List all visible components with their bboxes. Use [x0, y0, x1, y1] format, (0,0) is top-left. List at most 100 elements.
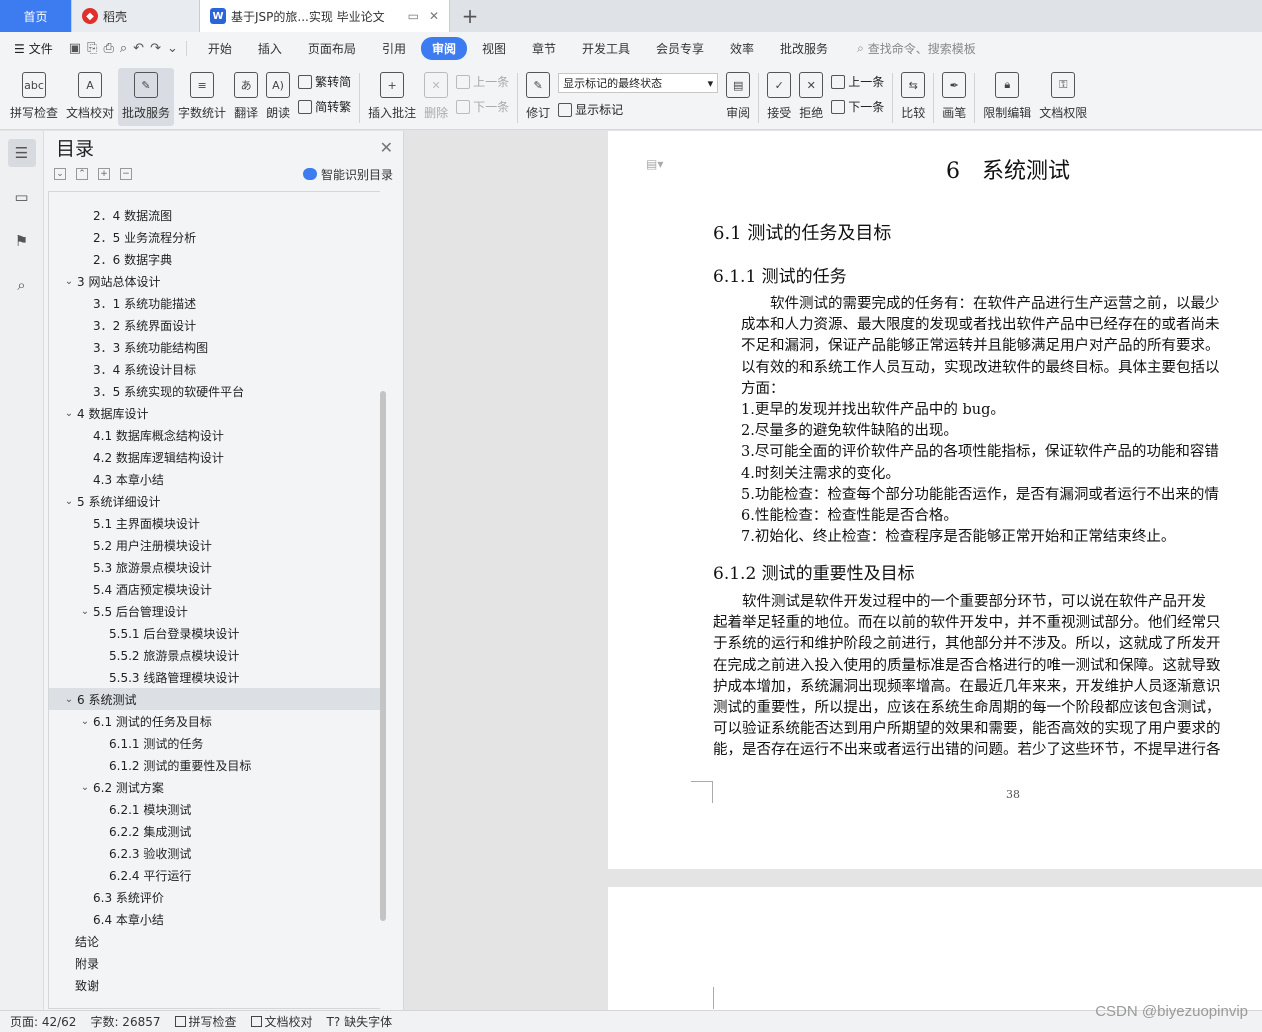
remove-heading-icon[interactable]: − — [120, 168, 132, 180]
restrict-editing-button[interactable]: 🔒︎ 限制编辑 — [979, 68, 1035, 126]
tab-home[interactable]: 首页 — [0, 0, 72, 32]
toc-panel-button[interactable]: ☰ — [7, 139, 36, 167]
smart-toc-button[interactable]: 智能识别目录 — [302, 166, 393, 183]
menu-tab-3[interactable]: 引用 — [371, 37, 417, 60]
toc-item[interactable]: 结论 — [49, 930, 380, 952]
trad-to-simp-button[interactable]: 繁转简 — [298, 73, 351, 90]
undo-icon[interactable]: ↶ — [133, 41, 144, 56]
compare-button[interactable]: ⇆ 比较 — [897, 68, 929, 126]
markup-state-select[interactable]: 显示标记的最终状态 ▾ — [558, 73, 719, 93]
toc-item[interactable]: 3．5 系统实现的软硬件平台 — [49, 380, 380, 402]
toc-item[interactable]: 6.2.3 验收测试 — [49, 842, 380, 864]
file-menu[interactable]: ☰ 文件 — [6, 40, 61, 57]
toc-item[interactable]: 4.1 数据库概念结构设计 — [49, 424, 380, 446]
menu-tab-10[interactable]: 批改服务 — [769, 37, 839, 60]
toc-item[interactable]: ⌄ 5.5 后台管理设计 — [49, 600, 380, 622]
close-tab-icon[interactable]: ✕ — [429, 9, 439, 23]
menu-tab-2[interactable]: 页面布局 — [297, 37, 367, 60]
expand-icon[interactable]: ⌄ — [54, 168, 66, 180]
command-search[interactable]: ⌕ 查找命令、搜索模板 — [857, 40, 976, 57]
toc-item[interactable]: 6.4 本章小结 — [49, 908, 380, 930]
read-aloud-button[interactable]: A) 朗读 — [262, 68, 294, 126]
accept-button[interactable]: ✓ 接受 — [763, 68, 795, 126]
toc-item[interactable]: 4.2 数据库逻辑结构设计 — [49, 446, 380, 468]
spell-check-button[interactable]: abc 拼写检查 — [6, 68, 62, 126]
toc-item[interactable]: 2．5 业务流程分析 — [49, 226, 380, 248]
toc-item[interactable]: ⌄ 3 网站总体设计 — [49, 270, 380, 292]
menu-tab-7[interactable]: 开发工具 — [571, 37, 641, 60]
menu-tab-8[interactable]: 会员专享 — [645, 37, 715, 60]
toc-item[interactable]: ⌄ 5 系统详细设计 — [49, 490, 380, 512]
insert-comment-button[interactable]: + 插入批注 — [364, 68, 420, 126]
status-proofread[interactable]: 文档校对 — [250, 1013, 313, 1030]
tab-daoke[interactable]: ◆ 稻壳 — [72, 0, 200, 32]
next-document-page[interactable] — [608, 887, 1262, 1010]
grading-service-button[interactable]: ✎ 批改服务 — [118, 68, 175, 126]
toc-item[interactable]: ⌄ 6.2 测试方案 — [49, 776, 380, 798]
translate-button[interactable]: あ翻译 — [230, 68, 262, 126]
redo-icon[interactable]: ↷ — [150, 41, 161, 56]
toc-item[interactable]: 5.4 酒店预定模块设计 — [49, 578, 380, 600]
menu-tab-0[interactable]: 开始 — [197, 37, 243, 60]
print-icon[interactable]: ⎙ — [103, 41, 113, 56]
chevron-down-icon[interactable]: ⌄ — [61, 496, 77, 507]
chevron-down-icon[interactable]: ⌄ — [77, 782, 93, 793]
next-change-button[interactable]: 下一条 — [831, 98, 884, 115]
toc-item[interactable]: 2．6 数据字典 — [49, 248, 380, 270]
toc-item[interactable]: 5.1 主界面模块设计 — [49, 512, 380, 534]
page-options-icon[interactable]: ▤▾ — [646, 157, 663, 171]
toc-item[interactable]: 2．4 数据流图 — [49, 204, 380, 226]
track-changes-button[interactable]: ✎ 修订 — [522, 68, 554, 126]
toc-item[interactable]: 4.3 本章小结 — [49, 468, 380, 490]
print-preview-icon[interactable]: ⌕ — [120, 41, 127, 56]
reject-button[interactable]: ✕ 拒绝 — [795, 68, 827, 126]
next-comment-button[interactable]: 下一条 — [456, 98, 509, 115]
toc-item[interactable]: 6.2.1 模块测试 — [49, 798, 380, 820]
pen-button[interactable]: ✒ 画笔 — [938, 68, 970, 126]
collapse-icon[interactable]: ⌃ — [76, 168, 88, 180]
document-rights-button[interactable]: ⚿ 文档权限 — [1035, 68, 1091, 126]
proofread-button[interactable]: A 文档校对 — [62, 68, 118, 126]
toc-item[interactable]: 6.1.1 测试的任务 — [49, 732, 380, 754]
chevron-down-icon[interactable]: ⌄ — [61, 408, 77, 419]
new-tab-button[interactable]: + — [450, 0, 490, 32]
find-panel-button[interactable]: ⌕ — [8, 271, 36, 299]
chevron-down-icon[interactable]: ⌄ — [77, 716, 93, 727]
toc-item[interactable]: 3．4 系统设计目标 — [49, 358, 380, 380]
menu-tab-9[interactable]: 效率 — [719, 37, 765, 60]
prev-change-button[interactable]: 上一条 — [831, 73, 884, 90]
toc-item[interactable]: ⌄ 4 数据库设计 — [49, 402, 380, 424]
toc-item[interactable]: 3．2 系统界面设计 — [49, 314, 380, 336]
toc-scrollbar-thumb[interactable] — [380, 391, 386, 921]
chapter-panel-button[interactable]: ▭ — [8, 183, 36, 211]
export-icon[interactable]: ⎘ — [87, 41, 97, 56]
review-pane-button[interactable]: ▤ 审阅 — [722, 68, 754, 126]
simp-to-trad-button[interactable]: 简转繁 — [298, 98, 351, 115]
toc-item[interactable]: 6.2.2 集成测试 — [49, 820, 380, 842]
prev-comment-button[interactable]: 上一条 — [456, 73, 509, 90]
delete-comment-button[interactable]: ✕ 删除 — [420, 68, 452, 126]
menu-tab-5[interactable]: 视图 — [471, 37, 517, 60]
toc-item[interactable]: ⌄ 6.1 测试的任务及目标 — [49, 710, 380, 732]
menu-tab-4[interactable]: 审阅 — [420, 37, 467, 60]
menu-tab-6[interactable]: 章节 — [521, 37, 567, 60]
pin-icon[interactable]: ▭ — [408, 9, 419, 23]
word-count-button[interactable]: ≡ 字数统计 — [174, 68, 230, 126]
toc-item[interactable]: 5.5.1 后台登录模块设计 — [49, 622, 380, 644]
toc-item[interactable]: 3．1 系统功能描述 — [49, 292, 380, 314]
toc-item[interactable]: 5.5.2 旅游景点模块设计 — [49, 644, 380, 666]
document-page[interactable]: ▤▾ 6 系统测试 6.1 测试的任务及目标 6.1.1 测试的任务 软件测试的… — [608, 131, 1262, 869]
toc-item[interactable]: 6.1.2 测试的重要性及目标 — [49, 754, 380, 776]
toc-item[interactable]: ⌄ 6 系统测试 — [49, 688, 380, 710]
toc-item[interactable]: 致谢 — [49, 974, 380, 996]
add-heading-icon[interactable]: + — [98, 168, 110, 180]
more-icon[interactable]: ⌄ — [167, 41, 178, 56]
toc-item[interactable]: 6.3 系统评价 — [49, 886, 380, 908]
page-indicator[interactable]: 页面: 42/62 — [10, 1013, 76, 1030]
menu-tab-1[interactable]: 插入 — [247, 37, 293, 60]
show-markup-button[interactable]: 显示标记 — [558, 101, 718, 118]
chevron-down-icon[interactable]: ⌄ — [61, 276, 77, 287]
toc-item[interactable]: 3．3 系统功能结构图 — [49, 336, 380, 358]
save-icon[interactable]: ▣ — [69, 41, 81, 56]
toc-scrollbar[interactable] — [379, 191, 388, 1009]
